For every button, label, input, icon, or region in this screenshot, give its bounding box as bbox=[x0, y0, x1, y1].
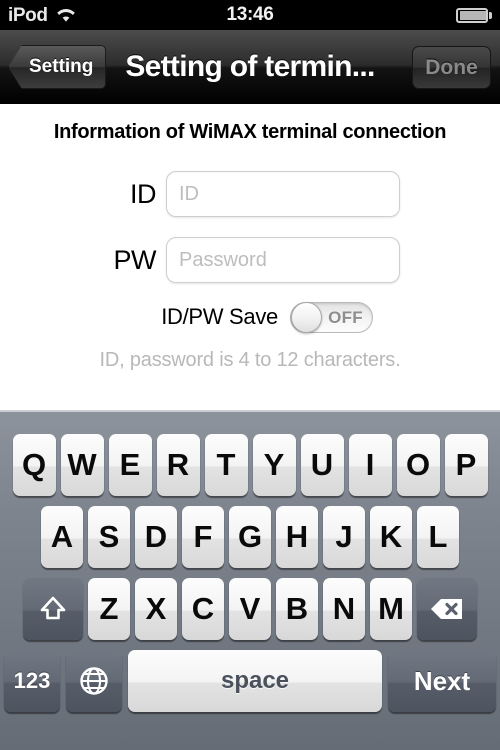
pw-field-label: PW bbox=[113, 244, 157, 275]
pw-field-row: PW bbox=[0, 237, 500, 283]
password-input[interactable] bbox=[166, 237, 400, 283]
key-m[interactable]: M bbox=[370, 578, 412, 640]
backspace-key[interactable] bbox=[417, 578, 477, 640]
id-pw-save-row: ID/PW Save OFF bbox=[0, 297, 500, 337]
navigation-bar: Setting of termin... Setting Done bbox=[0, 30, 500, 104]
section-heading: Information of WiMAX terminal connection bbox=[53, 121, 447, 143]
key-f[interactable]: F bbox=[182, 506, 224, 568]
key-k[interactable]: K bbox=[370, 506, 412, 568]
id-pw-save-toggle[interactable]: OFF bbox=[290, 301, 373, 333]
key-d[interactable]: D bbox=[135, 506, 177, 568]
toggle-knob bbox=[291, 301, 322, 333]
status-bar-right bbox=[456, 0, 492, 30]
key-z[interactable]: Z bbox=[88, 578, 130, 640]
shift-key[interactable] bbox=[23, 578, 83, 640]
key-o[interactable]: O bbox=[396, 434, 440, 496]
space-key[interactable]: space bbox=[128, 650, 382, 712]
key-e[interactable]: E bbox=[108, 434, 152, 496]
backspace-icon bbox=[429, 596, 465, 622]
numeric-key[interactable]: 123 bbox=[4, 650, 60, 712]
globe-icon bbox=[78, 665, 110, 697]
id-field-row: ID bbox=[0, 171, 500, 217]
key-g[interactable]: G bbox=[229, 506, 271, 568]
key-v[interactable]: V bbox=[229, 578, 271, 640]
key-i[interactable]: I bbox=[348, 434, 392, 496]
key-u[interactable]: U bbox=[300, 434, 344, 496]
key-s[interactable]: S bbox=[88, 506, 130, 568]
key-c[interactable]: C bbox=[182, 578, 224, 640]
keyboard-row-2: A S D F G H J K L bbox=[0, 506, 500, 568]
done-button-label: Done bbox=[425, 55, 478, 79]
shift-icon bbox=[38, 594, 68, 624]
status-bar: iPod 13:46 bbox=[0, 0, 500, 30]
key-r[interactable]: R bbox=[156, 434, 200, 496]
back-button-label: Setting bbox=[29, 56, 94, 77]
key-b[interactable]: B bbox=[276, 578, 318, 640]
toggle-state-label: OFF bbox=[328, 307, 363, 327]
hint-text: ID, password is 4 to 12 characters. bbox=[99, 349, 401, 371]
key-p[interactable]: P bbox=[444, 434, 488, 496]
onscreen-keyboard: Q W E R T Y U I O P A S D F G H J K L Z … bbox=[0, 410, 500, 750]
key-l[interactable]: L bbox=[417, 506, 459, 568]
key-h[interactable]: H bbox=[276, 506, 318, 568]
status-bar-clock: 13:46 bbox=[226, 4, 274, 25]
key-x[interactable]: X bbox=[135, 578, 177, 640]
form-content: Information of WiMAX terminal connection… bbox=[0, 105, 500, 410]
iphone-screen: iPod 13:46 Setting of termin... Setting … bbox=[0, 0, 500, 750]
battery-icon bbox=[456, 7, 492, 23]
return-key[interactable]: Next bbox=[388, 650, 496, 712]
key-q[interactable]: Q bbox=[12, 434, 56, 496]
key-j[interactable]: J bbox=[323, 506, 365, 568]
keyboard-row-3: Z X C V B N M bbox=[0, 578, 500, 640]
key-t[interactable]: T bbox=[204, 434, 248, 496]
id-pw-save-label: ID/PW Save bbox=[161, 304, 278, 329]
key-y[interactable]: Y bbox=[252, 434, 296, 496]
keyboard-row-1: Q W E R T Y U I O P bbox=[0, 434, 500, 496]
id-input[interactable] bbox=[166, 171, 400, 217]
done-button[interactable]: Done bbox=[412, 46, 491, 89]
back-button-setting[interactable]: Setting bbox=[8, 45, 107, 89]
globe-key[interactable] bbox=[66, 650, 122, 712]
id-field-label: ID bbox=[130, 178, 157, 209]
key-a[interactable]: A bbox=[41, 506, 83, 568]
key-n[interactable]: N bbox=[323, 578, 365, 640]
key-w[interactable]: W bbox=[60, 434, 104, 496]
keyboard-row-4: 123 space Next bbox=[0, 650, 500, 712]
